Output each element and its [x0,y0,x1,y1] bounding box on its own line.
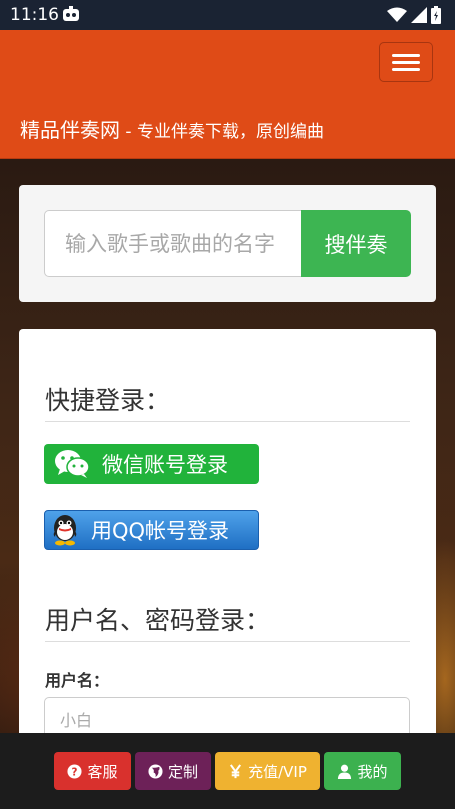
search-input[interactable] [44,210,302,277]
yen-icon [230,763,242,778]
qq-login-button[interactable]: 用QQ帐号登录 [44,510,259,550]
site-title[interactable]: 精品伴奏网 - 专业伴奏下载，原创编曲 [20,114,324,143]
password-login-title: 用户名、密码登录： [45,601,410,642]
wechat-icon [54,449,90,479]
battery-icon [431,6,441,29]
site-tagline: - 专业伴奏下载，原创编曲 [120,122,324,142]
custom-button[interactable]: 定制 [135,752,211,790]
custom-label: 定制 [167,762,198,781]
qq-icon [47,512,83,548]
recharge-button[interactable]: 充值/VIP [215,752,320,790]
question-icon: ? [67,763,83,779]
notification-icon [62,6,80,22]
search-button[interactable]: 搜伴奏 [301,210,411,277]
menu-icon-bar [392,61,420,64]
search-panel: 搜伴奏 [19,185,436,302]
bottom-bar: ? 客服 定制 充值/VIP 我的 [0,733,455,809]
globe-icon [148,763,163,779]
status-bar: 11:16 [0,0,455,30]
recharge-label: 充值/VIP [248,762,307,781]
service-label: 客服 [87,762,118,781]
site-header: 精品伴奏网 - 专业伴奏下载，原创编曲 [0,30,455,159]
mine-label: 我的 [357,762,388,781]
wechat-login-label: 微信账号登录 [102,453,228,477]
site-name: 精品伴奏网 [20,118,120,142]
status-time: 11:16 [10,5,59,25]
menu-icon-bar [392,68,420,71]
svg-text:?: ? [72,766,78,778]
qq-login-label: 用QQ帐号登录 [91,519,230,543]
username-label: 用户名： [45,671,110,690]
mine-button[interactable]: 我的 [324,752,401,790]
signal-icon [411,7,427,28]
user-icon [338,764,352,779]
wifi-icon [387,7,407,28]
menu-toggle-button[interactable] [379,42,433,82]
service-button[interactable]: ? 客服 [54,752,131,790]
menu-icon [392,54,420,57]
login-panel: 快捷登录： 微信账号登录 用QQ帐号登录 用户名、密码登录： 用户名： 小白 [19,329,436,749]
quick-login-title: 快捷登录： [45,381,410,422]
wechat-login-button[interactable]: 微信账号登录 [44,444,259,484]
